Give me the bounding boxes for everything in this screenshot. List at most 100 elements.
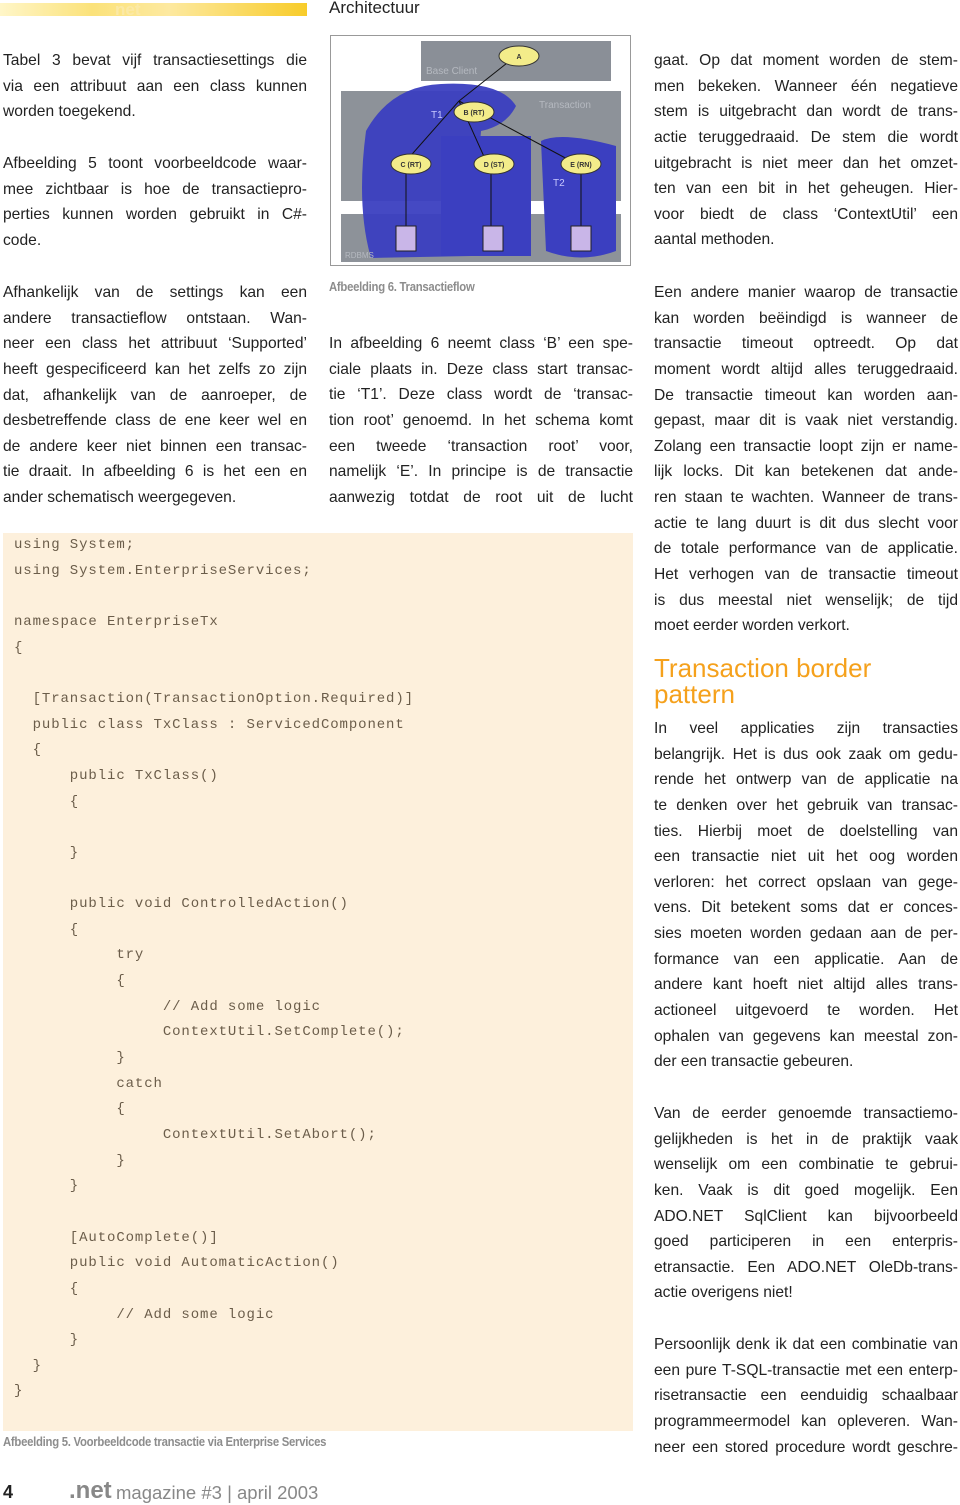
- code-line: }: [14, 1050, 126, 1066]
- code-line: }: [14, 1357, 42, 1374]
- text-line: moet eerder worden verkort.: [654, 617, 850, 635]
- text-line: voor biedt de class ‘ContextUtil’ een: [654, 205, 958, 223]
- text-line: Afbeelding 5 toont voorbeeldcode waar-: [3, 155, 307, 172]
- code-line: [Transaction(TransactionOption.Required)…: [14, 690, 414, 707]
- code-line: {: [14, 921, 80, 938]
- text-line: perties kunnen worden gebruikt in C#-: [3, 206, 307, 224]
- paragraph: In afbeelding 6 neemt class ‘B’ een spe-…: [329, 331, 633, 510]
- text-line: De transactie timeout kan worden aan-: [654, 386, 958, 404]
- label-transaction: Transaction: [539, 100, 591, 111]
- label-rdbms: RDBMS: [345, 251, 374, 260]
- node-label: D (ST): [484, 162, 505, 169]
- text-line: men bekeken. Wanneer één negatieve: [654, 77, 958, 95]
- code-line: {: [14, 973, 126, 990]
- text-line: In veel applicaties zijn transacties: [654, 720, 958, 737]
- code-line: catch: [14, 1075, 163, 1092]
- text-line: via een attribuut aan een class kunnen: [3, 77, 307, 95]
- text-line: ander schematisch weergegeven.: [3, 489, 237, 507]
- text-line: code.: [3, 231, 42, 249]
- text-line: gelijkheden is het in de praktijk vaak: [654, 1130, 958, 1148]
- text-line: der een transactie gebeuren.: [654, 1053, 854, 1071]
- paragraph: Van de eerder genoemde transactiemo-geli…: [654, 1101, 958, 1306]
- text-line: verloren: het correct opslaan van gege-: [654, 873, 958, 891]
- node-label: C (RT): [401, 162, 422, 169]
- paragraph: Afbeelding 5 toont voorbeeldcode waar-me…: [3, 151, 307, 254]
- text-line: is dus meestal niet wenselijk; de tijd: [654, 591, 958, 609]
- text-line: wenselijk om een combinatie te gebrui-: [654, 1156, 958, 1174]
- code-line: }: [14, 844, 80, 861]
- text-line: Persoonlijk denk ik dat een combinatie v…: [654, 1336, 958, 1353]
- code-line: public void ControlledAction(): [14, 896, 349, 913]
- text-line: een tweede ‘transaction root’ voor,: [329, 437, 633, 455]
- text-line: In afbeelding 6 neemt class ‘B’ een spe-: [329, 335, 633, 352]
- text-line: een pure T-SQL-transactie met een enterp…: [654, 1361, 958, 1379]
- text-line: tie draait. In afbeelding 6 is het een e…: [3, 463, 307, 481]
- text-line: rende het ontwerp van de applicatie na: [654, 771, 958, 789]
- code-listing: using System; using System.EnterpriseServ…: [3, 533, 633, 1431]
- text-line: risetransactie een eenduidig schaalbaar: [654, 1387, 958, 1405]
- header-logo-text: net: [115, 0, 141, 19]
- header-logo-bar: net: [0, 0, 307, 19]
- text-line: kan worden beëindigd is wanneer de: [654, 309, 958, 327]
- code-line: // Add some logic: [14, 998, 321, 1015]
- text-line: aanwezig totdat de root uit de lucht: [329, 488, 633, 506]
- text-line: namelijk ‘E’. In principe is de transact…: [329, 463, 633, 481]
- text-line: tie ‘T1’. Deze class wordt de ‘transac-: [329, 386, 633, 404]
- text-line: ten van een bit in het geheugen. Hier-: [654, 180, 958, 198]
- code-line: public class TxClass : ServicedComponent: [14, 716, 405, 733]
- label-base-client: Base Client: [426, 66, 477, 77]
- heading-line: Transaction border: [654, 653, 872, 683]
- text-line: ken. Vaak is dit goed mogelijk. Een: [654, 1181, 958, 1199]
- text-line: ties. Hierbij moet de doelstelling van: [654, 822, 958, 840]
- text-line: Afhankelijk van de settings kan een: [3, 284, 307, 301]
- code-line: // Add some logic: [14, 1306, 275, 1323]
- database-icon: [482, 225, 504, 252]
- text-line: heeft gespecificeerd kan het zelfs zo zi…: [3, 360, 307, 378]
- text-line: vens. Dit betekent soms dat er conces-: [654, 899, 958, 917]
- code-line: ContextUtil.SetComplete();: [14, 1024, 405, 1041]
- code-line: }: [14, 1152, 126, 1169]
- code-line: namespace EnterpriseTx: [14, 613, 219, 630]
- label-t1: T1: [431, 110, 443, 121]
- text-line: belangrijk. Het is dus ook zaak om gedu-: [654, 745, 958, 763]
- text-line: moment wordt altijd alles teruggedraaid.: [654, 360, 958, 378]
- text-line: tion root’ genoemd. In het schema komt: [329, 411, 633, 429]
- node-label: A: [516, 54, 521, 61]
- text-line: te denken over het gebruik van transac-: [654, 796, 958, 814]
- section-title: Architectuur: [329, 0, 420, 17]
- magazine-issue: magazine #3 | april 2003: [116, 1482, 319, 1503]
- text-line: sies moeten worden gedaan aan de per-: [654, 925, 958, 943]
- text-line: de totale performance van de applicatie.: [654, 540, 958, 558]
- paragraph: Een andere manier waarop de transactie ka…: [654, 280, 958, 639]
- text-line: aantal methoden.: [654, 231, 775, 249]
- text-line: Zolang een transactie loopt zijn er name…: [654, 437, 958, 455]
- paragraph: Tabel 3 bevat vijf transactiesettings di…: [3, 48, 307, 125]
- heading-line: pattern: [654, 679, 735, 709]
- text-line: Het verhogen van de transactie timeout: [654, 566, 958, 584]
- text-line: actie te lang duurt is dit dus slecht vo…: [654, 514, 958, 532]
- text-line: actie teruggedraaid. De stem die wordt: [654, 128, 958, 146]
- text-line: gaat. Op dat moment worden de stem-: [654, 52, 958, 69]
- code-line: }: [14, 1332, 80, 1349]
- text-line: mee zichtbaar is hoe de transactiepro-: [3, 180, 307, 198]
- text-line: actioneel uitgevoerd te worden. Het: [654, 1002, 958, 1020]
- database-icon: [395, 225, 417, 252]
- code-line: }: [14, 1383, 24, 1400]
- code-line: using System;: [14, 537, 135, 553]
- text-line: formance van een applicatie. Aan de: [654, 950, 958, 968]
- magazine-brand: .net: [69, 1477, 112, 1504]
- code-line: public TxClass(): [14, 767, 219, 784]
- figure-6-caption: Afbeelding 6. Transactieflow: [329, 280, 475, 294]
- text-line: Van de eerder genoemde transactiemo-: [654, 1105, 958, 1122]
- code-line: try: [14, 947, 145, 964]
- code-line: {: [14, 1280, 80, 1297]
- text-line: neer een stored procedure wordt geschre-: [654, 1438, 958, 1456]
- node-label: B (RT): [464, 110, 485, 117]
- text-line: Een andere manier waarop de transactie: [654, 284, 958, 301]
- text-line: programmeermodel kan opleveren. Wan-: [654, 1412, 958, 1430]
- paragraph: Persoonlijk denk ik dat een combinatie v…: [654, 1332, 958, 1460]
- code-line: {: [14, 742, 42, 759]
- code-line: public void AutomaticAction(): [14, 1255, 340, 1272]
- page-number: 4: [3, 1482, 14, 1502]
- text-line: transactie timeout optreedt. Op dat: [654, 335, 958, 353]
